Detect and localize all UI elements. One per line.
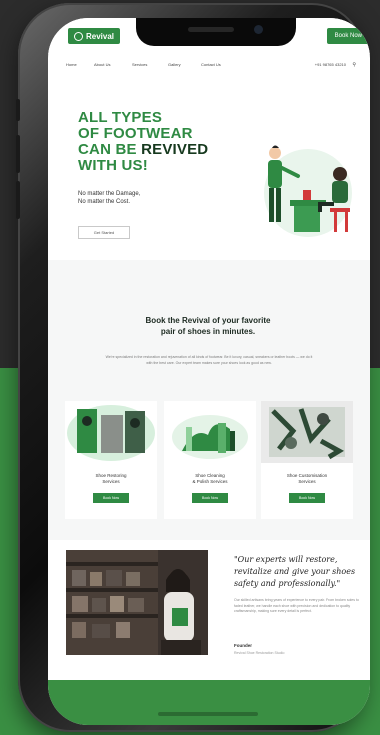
- card-image-restoring: [65, 401, 157, 463]
- card-label-restoring-line-2: Services: [102, 479, 120, 484]
- hero-title-line-3: CAN BE REVIVED: [78, 142, 228, 158]
- book-customisation-button[interactable]: Book Now: [289, 493, 325, 503]
- hero-title-line-1: ALL TYPES: [78, 109, 163, 126]
- nav-item-services[interactable]: Services: [132, 62, 147, 67]
- workshop-photo: [66, 550, 208, 655]
- book-cleaning-button[interactable]: Book Now: [192, 493, 228, 503]
- phone-frame: Revival Book Now Home About Us Services …: [16, 3, 370, 732]
- hero-subtitle-line-1: No matter the Damage,: [78, 191, 141, 197]
- hero-section: ALL TYPES OF FOOTWEAR CAN BE REVIVED WIT…: [48, 80, 370, 260]
- home-indicator[interactable]: [158, 712, 258, 716]
- card-label-customisation-line-2: Services: [298, 479, 316, 484]
- booking-band: Book the Revival of your favorite pair o…: [48, 260, 370, 540]
- nav-item-home[interactable]: Home: [66, 62, 77, 67]
- band-title: Book the Revival of your favorite pair o…: [108, 315, 308, 337]
- speaker-grille: [188, 27, 234, 32]
- card-image-customisation: [261, 401, 353, 463]
- volume-up-button: [16, 135, 20, 173]
- hero-title-prefix: CAN BE: [78, 141, 142, 158]
- footer-green-band: [48, 680, 370, 725]
- card-label-customisation: Shoe Customisation Services: [265, 473, 349, 485]
- nav-item-contact[interactable]: Contact Us: [201, 62, 221, 67]
- testimonial-description: Our skilled artisans bring years of expe…: [234, 598, 359, 613]
- testimonial-section: "Our experts will restore, revitalize an…: [48, 540, 370, 680]
- band-title-line-2: pair of shoes in minutes.: [160, 327, 256, 336]
- testimonial-author-name: Founder: [234, 643, 252, 648]
- hero-title-strong: REVIVED: [141, 141, 209, 158]
- service-card-cleaning: Shoe Cleaning & Polish Services Book Now: [164, 401, 256, 519]
- hero-title-line-2: OF FOOTWEAR: [78, 125, 193, 142]
- front-camera: [254, 25, 263, 34]
- service-card-restoring: Shoe Restoring Services Book Now: [65, 401, 157, 519]
- main-nav: Home About Us Services Gallery Contact U…: [66, 62, 356, 72]
- testimonial-quote: "Our experts will restore, revitalize an…: [234, 555, 356, 588]
- card-label-cleaning: Shoe Cleaning & Polish Services: [168, 473, 252, 485]
- nav-phone-number[interactable]: +91 98765 43210: [315, 62, 346, 67]
- logo-icon: [74, 31, 83, 41]
- mute-switch: [16, 99, 20, 121]
- hero-title: ALL TYPES OF FOOTWEAR CAN BE REVIVED WIT…: [78, 110, 228, 174]
- book-now-top-button[interactable]: Book Now: [326, 28, 370, 44]
- phone-notch: [136, 18, 296, 46]
- hero-illustration: [264, 145, 352, 237]
- hero-subtitle: No matter the Damage, No matter the Cost…: [78, 190, 208, 206]
- card-label-cleaning-line-2: & Polish Services: [192, 479, 228, 484]
- hero-subtitle-line-2: No matter the Cost.: [78, 199, 131, 205]
- site-logo[interactable]: Revival: [68, 28, 121, 44]
- testimonial-author-role: Revival Shoe Restoration Studio: [234, 651, 285, 655]
- volume-down-button: [16, 181, 20, 219]
- search-icon[interactable]: ⚲: [352, 62, 356, 68]
- hero-title-line-4: WITH US!: [78, 157, 148, 174]
- phone-screen: Revival Book Now Home About Us Services …: [48, 18, 370, 725]
- nav-item-about[interactable]: About Us: [94, 62, 110, 67]
- card-label-restoring: Shoe Restoring Services: [69, 473, 153, 485]
- get-started-button[interactable]: Get Started: [78, 226, 130, 239]
- card-image-cleaning: [164, 401, 256, 463]
- service-card-customisation: Shoe Customisation Services Book Now: [261, 401, 353, 519]
- logo-text: Revival: [86, 31, 115, 41]
- book-restoring-button[interactable]: Book Now: [93, 493, 129, 503]
- nav-item-gallery[interactable]: Gallery: [168, 62, 181, 67]
- band-title-line-1: Book the Revival of your favorite: [145, 316, 271, 325]
- band-description: We're specialized in the restoration and…: [105, 355, 313, 365]
